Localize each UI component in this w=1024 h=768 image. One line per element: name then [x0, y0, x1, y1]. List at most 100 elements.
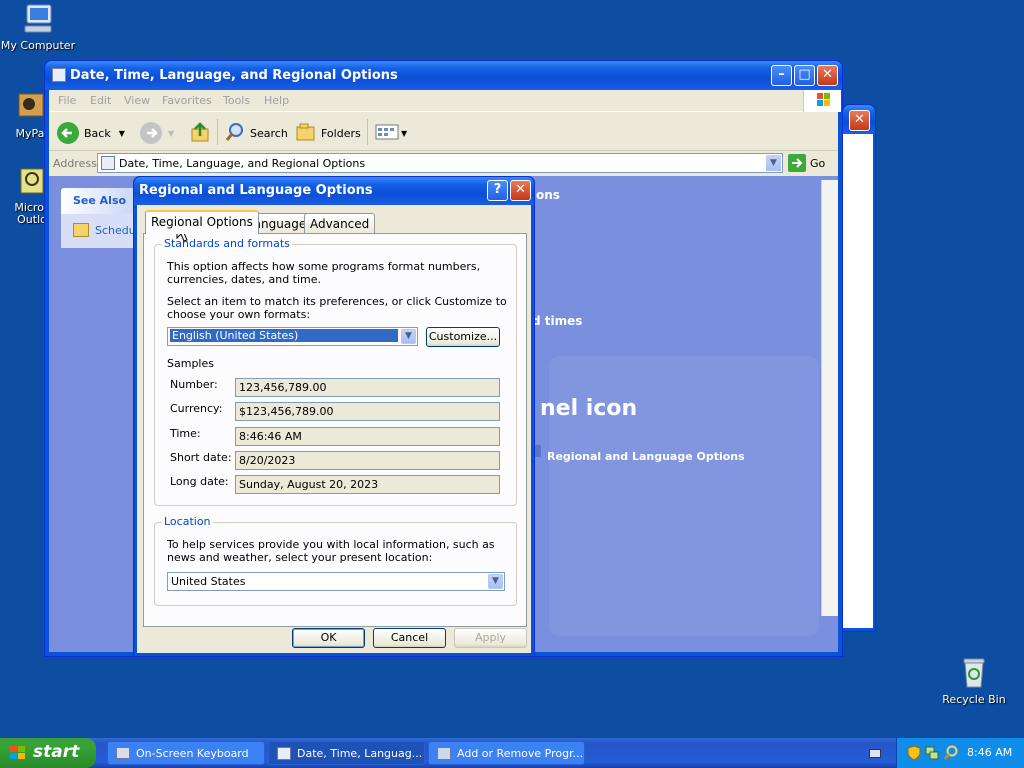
clock[interactable]: 8:46 AM — [967, 746, 1012, 759]
sample-label-number: Number: — [170, 378, 218, 391]
menu-help[interactable]: Help — [264, 94, 289, 107]
system-tray: 8:46 AM — [896, 738, 1024, 768]
menu-view[interactable]: View — [124, 94, 150, 107]
toolbar: Back ▼ ▼ Search Folders ▼ — [49, 113, 838, 151]
windows-logo-icon — [9, 745, 27, 761]
chevron-down-icon[interactable]: ▼ — [119, 129, 125, 138]
see-also-link[interactable]: Schedu — [73, 223, 136, 237]
window-titlebar[interactable]: Date, Time, Language, and Regional Optio… — [45, 61, 842, 90]
control-panel-icon — [101, 156, 115, 170]
taskbar-item-add-remove-programs[interactable]: Add or Remove Progr... — [428, 741, 585, 765]
dialog-title: Regional and Language Options — [139, 183, 373, 198]
standards-formats-group: Standards and formats This option affect… — [154, 237, 517, 506]
location-select[interactable]: United States ▼ — [167, 572, 505, 591]
minimize-button[interactable]: – — [771, 65, 792, 86]
window-icon — [52, 68, 66, 82]
location-group: Location To help services provide you wi… — [154, 515, 517, 606]
toolbar-separator — [367, 119, 368, 145]
chevron-down-icon[interactable]: ▼ — [488, 574, 503, 589]
up-folder-button[interactable] — [189, 121, 211, 145]
pictures-icon — [13, 90, 47, 124]
back-arrow-icon — [57, 122, 79, 144]
chevron-down-icon[interactable]: ▼ — [401, 329, 416, 344]
sample-label-time: Time: — [170, 427, 201, 440]
sample-short-date-field: 8/20/2023 — [235, 451, 500, 470]
close-button[interactable]: ✕ — [849, 110, 870, 131]
toolbar-separator — [217, 119, 218, 145]
help-button[interactable]: ? — [487, 180, 508, 201]
forward-arrow-icon — [140, 122, 162, 144]
watermark-icon — [549, 356, 819, 636]
see-also-panel: See Also Schedu — [61, 188, 141, 248]
customize-button[interactable]: Customize... — [426, 327, 500, 347]
window-title: Date, Time, Language, and Regional Optio… — [70, 68, 398, 83]
address-bar: Address Date, Time, Language, and Region… — [49, 152, 838, 176]
sample-number-field: 123,456,789.00 — [235, 378, 500, 397]
desktop-icon-my-computer[interactable]: My Computer — [0, 2, 78, 52]
pick-task-heading: ons — [536, 188, 560, 202]
add-remove-programs-window[interactable]: ✕ — [842, 104, 876, 632]
tab-regional-options[interactable]: Regional Options — [145, 210, 259, 234]
go-arrow-icon — [788, 154, 806, 172]
see-also-header[interactable]: See Also — [61, 188, 141, 214]
window-body — [843, 134, 873, 628]
taskbar-item-on-screen-keyboard[interactable]: On-Screen Keyboard — [107, 741, 265, 765]
samples-label: Samples — [167, 357, 214, 370]
menu-edit[interactable]: Edit — [90, 94, 111, 107]
desktop-icon-label: My Computer — [0, 39, 76, 52]
sample-long-date-field: Sunday, August 20, 2023 — [235, 475, 500, 494]
maximize-button[interactable]: □ — [794, 65, 815, 86]
folders-button[interactable]: Folders — [295, 121, 361, 145]
taskbar-item-date-time[interactable]: Date, Time, Languag... — [268, 741, 425, 765]
forward-button[interactable]: ▼ — [140, 121, 174, 145]
go-button[interactable]: Go — [788, 153, 825, 173]
security-shield-icon[interactable] — [907, 745, 921, 764]
windows-logo-icon — [803, 90, 841, 112]
menu-file[interactable]: File — [58, 94, 76, 107]
control-panel-icon — [277, 747, 291, 760]
select-description: Select an item to match its preferences,… — [167, 295, 507, 321]
up-folder-icon — [189, 121, 211, 146]
chevron-down-icon: ▼ — [168, 128, 175, 138]
desktop-icon-label: MyPa — [15, 127, 45, 140]
regional-language-options-dialog[interactable]: Regional and Language Options ? ✕ Region… — [133, 176, 535, 657]
tab-advanced[interactable]: Advanced — [304, 213, 376, 233]
network-icon[interactable] — [925, 745, 939, 764]
vertical-scrollbar[interactable] — [821, 180, 838, 616]
chevron-down-icon[interactable]: ▼ — [766, 155, 781, 171]
search-tray-icon[interactable] — [943, 745, 959, 764]
cancel-button[interactable]: Cancel — [373, 628, 446, 648]
views-icon — [375, 121, 401, 146]
keyboard-tray-icon[interactable] — [869, 749, 881, 758]
address-input[interactable]: Date, Time, Language, and Regional Optio… — [97, 153, 783, 173]
search-icon — [224, 121, 246, 146]
menu-favorites[interactable]: Favorites — [162, 94, 212, 107]
folders-icon — [295, 121, 317, 146]
ok-button[interactable]: OK — [292, 628, 365, 648]
close-button[interactable]: ✕ — [510, 180, 531, 201]
scheduled-tasks-icon — [73, 223, 89, 237]
back-button[interactable]: Back ▼ — [57, 121, 125, 145]
recycle-bin-icon — [957, 656, 991, 690]
dialog-titlebar[interactable]: Regional and Language Options ? ✕ — [134, 177, 534, 205]
menu-tools[interactable]: Tools — [223, 94, 250, 107]
sample-time-field: 8:46:46 AM — [235, 427, 500, 446]
views-button[interactable]: ▼ — [375, 121, 407, 145]
add-remove-programs-icon — [437, 747, 451, 760]
task-link-fragment[interactable]: d times — [532, 314, 582, 328]
computer-icon — [21, 2, 55, 36]
apply-button: Apply — [454, 628, 527, 648]
sample-currency-field: $123,456,789.00 — [235, 402, 500, 421]
start-button[interactable]: start — [0, 738, 96, 768]
locale-select[interactable]: English (United States) ▼ — [167, 327, 418, 346]
desktop-icon-label: Recycle Bin — [942, 693, 1006, 706]
close-button[interactable]: ✕ — [817, 65, 838, 86]
menu-bar: File Edit View Favorites Tools Help — [49, 90, 841, 112]
address-label: Address — [53, 157, 97, 170]
tab-panel-regional-options: Standards and formats This option affect… — [143, 233, 527, 627]
search-button[interactable]: Search — [224, 121, 288, 145]
desktop-icon-recycle-bin[interactable]: Recycle Bin — [934, 656, 1014, 706]
sample-label-short-date: Short date: — [170, 451, 232, 464]
standards-description: This option affects how some programs fo… — [167, 260, 481, 286]
taskbar: start On-Screen Keyboard Date, Time, Lan… — [0, 738, 1024, 768]
